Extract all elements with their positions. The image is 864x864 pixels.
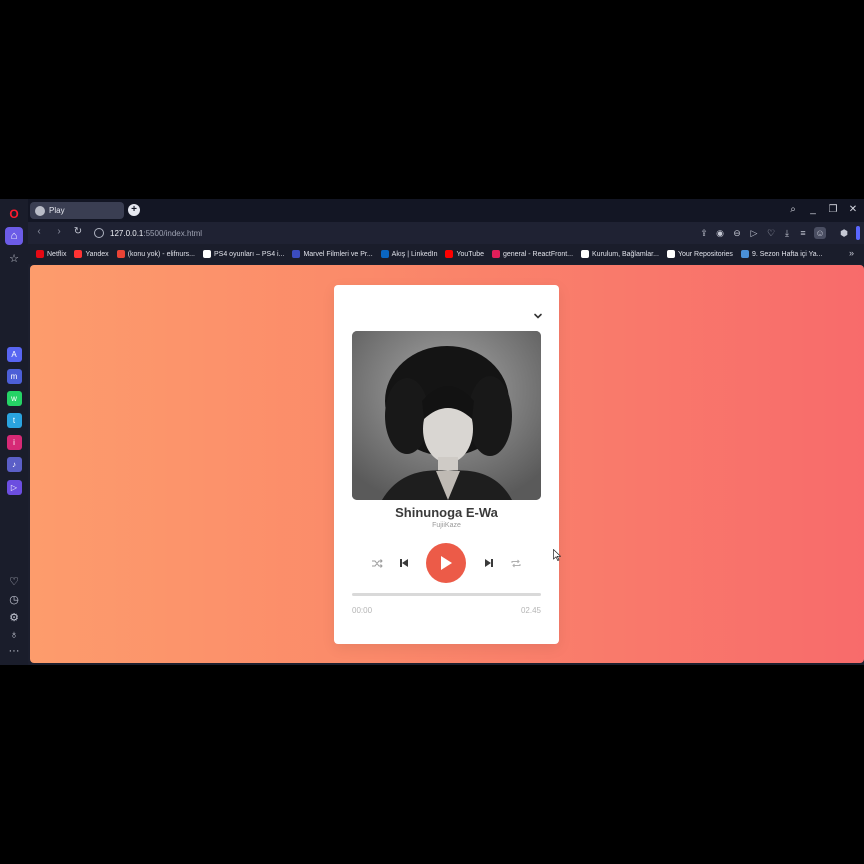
share-icon[interactable]: ⇪ (698, 227, 710, 239)
bookmark-item[interactable]: Yandex (74, 250, 109, 258)
opera-logo-icon[interactable]: O (5, 205, 23, 223)
bookmark-favicon-icon (380, 250, 389, 258)
camera-icon[interactable]: ◉ (714, 227, 726, 239)
restore-button[interactable]: ❐ (826, 203, 840, 217)
minimize-button[interactable]: _ (806, 203, 820, 217)
bookmark-favicon-icon (581, 250, 590, 258)
shuffle-icon (371, 558, 383, 568)
back-button[interactable]: ‹ (32, 226, 46, 237)
heart-icon[interactable]: ♡ (5, 572, 23, 590)
globe-icon (35, 205, 45, 216)
download-icon[interactable]: ⤓ (781, 227, 793, 239)
repeat-button[interactable] (508, 555, 524, 571)
skip-back-icon (400, 559, 408, 567)
site-info-icon[interactable] (94, 228, 104, 238)
tab-play[interactable]: Play (30, 202, 124, 219)
shuffle-button[interactable] (369, 555, 385, 571)
album-cover-image (352, 331, 541, 500)
bookmark-item[interactable]: PS4 oyunları – PS4 i... (203, 250, 284, 258)
bookmark-label: PS4 oyunları – PS4 i... (214, 250, 285, 258)
bookmark-favicon-icon (740, 250, 749, 258)
settings-gear-icon[interactable]: ⚙ (5, 608, 23, 626)
profile-icon[interactable]: ☺ (814, 227, 826, 239)
playback-controls (334, 543, 559, 583)
music-player-icon[interactable]: ♪ (6, 457, 22, 472)
player-icon[interactable]: ▷ (6, 480, 22, 495)
play-icon (441, 556, 452, 570)
mouse-cursor-icon (553, 549, 561, 561)
bookmark-label: (konu yok) - elifnurs... (127, 250, 195, 258)
tab-strip: Play + ⌕ _ ❐ ✕ (28, 199, 864, 222)
new-tab-button[interactable]: + (128, 204, 140, 216)
close-button[interactable]: ✕ (846, 203, 860, 217)
bookmark-favicon-icon (36, 250, 44, 258)
adblock-icon[interactable]: ⊖ (731, 227, 743, 239)
duration: 02.45 (520, 606, 541, 615)
bookmark-favicon-icon (203, 250, 211, 258)
browser-sidebar: O ⌂ ☆ A m w t i ♪ ▷ ♡ ◷ ⚙ ♁ ··· (0, 199, 28, 665)
bookmark-item[interactable]: Marvel Filmleri ve Pr... (292, 250, 373, 258)
bookmark-favicon-icon (74, 250, 83, 258)
music-player-card: Shinunoga E-Wa FujiiKaze 00:00 02.45 (334, 285, 559, 644)
bookmark-item[interactable]: Your Repositories (666, 250, 733, 258)
bookmark-item[interactable]: YouTube (445, 250, 484, 258)
sidebar-toggle-icon[interactable] (856, 226, 860, 240)
skip-forward-icon (485, 559, 493, 567)
bookmark-label: Akış | LinkedIn (391, 250, 438, 258)
bookmark-favicon-icon (666, 250, 675, 258)
current-time: 00:00 (352, 606, 373, 615)
bookmarks-bar: Netflix Yandex (konu yok) - elifnurs... PS4… (28, 244, 864, 264)
previous-button[interactable] (396, 555, 412, 571)
bookmark-label: Yandex (85, 250, 109, 258)
song-artist: FujiiKaze (432, 522, 461, 529)
whatsapp-icon[interactable]: w (6, 391, 22, 406)
play-icon[interactable]: ▷ (748, 227, 760, 239)
pin-icon[interactable]: ☆ (5, 249, 23, 267)
easy-setup-icon[interactable]: ≡ (797, 227, 809, 239)
history-icon[interactable]: ◷ (5, 590, 23, 608)
bookmark-label: Kurulum, Bağlamlar... (592, 250, 659, 258)
bookmark-item[interactable]: Akış | LinkedIn (380, 250, 438, 258)
aria-app-icon[interactable]: A (6, 347, 22, 362)
bookmark-favicon-icon (292, 250, 301, 258)
bookmark-label: general - ReactFront... (502, 250, 574, 258)
repeat-icon (511, 559, 521, 567)
telegram-icon[interactable]: t (6, 413, 22, 428)
bookmark-label: Marvel Filmleri ve Pr... (303, 250, 373, 258)
extensions-icon[interactable]: ⬢ (838, 227, 850, 239)
page-viewport: Shinunoga E-Wa FujiiKaze 00:00 02.45 (30, 265, 864, 663)
song-title: Shinunoga E-Wa (395, 505, 498, 520)
bookmark-item[interactable]: general - ReactFront... (491, 250, 574, 258)
url-host: 127.0.0.1 (110, 228, 144, 238)
bookmark-label: Your Repositories (677, 250, 733, 258)
bookmark-favicon-icon (491, 250, 500, 258)
bookmark-favicon-icon (445, 250, 454, 258)
bookmark-label: 9. Sezon Hafta içi Ya... (751, 250, 823, 258)
bookmark-label: Netflix (47, 250, 67, 258)
instagram-icon[interactable]: i (6, 435, 22, 450)
progress-bar[interactable] (352, 593, 541, 596)
browser-window: O ⌂ ☆ A m w t i ♪ ▷ ♡ ◷ ⚙ ♁ ··· Play + ⌕… (0, 199, 864, 665)
bookmarks-overflow-icon[interactable]: » (849, 248, 854, 258)
forward-button[interactable]: › (52, 226, 66, 237)
bookmark-item[interactable]: (konu yok) - elifnurs... (116, 250, 195, 258)
bookmark-label: YouTube (456, 250, 484, 258)
bookmark-item[interactable]: 9. Sezon Hafta içi Ya... (740, 250, 823, 258)
bookmark-item[interactable]: Netflix (36, 250, 66, 258)
chevron-down-icon[interactable] (533, 311, 543, 321)
address-bar: ‹ › ↻ 127.0.0.1:5500/index.html ⇪ ◉ ⊖ ▷ … (28, 222, 864, 244)
tab-title: Play (49, 206, 65, 215)
favorite-heart-icon[interactable]: ♡ (765, 227, 777, 239)
bookmark-favicon-icon (116, 250, 125, 258)
url-input[interactable]: 127.0.0.1:5500/index.html (88, 225, 508, 241)
next-button[interactable] (481, 555, 497, 571)
home-icon[interactable]: ⌂ (5, 227, 23, 245)
url-path: :5500/index.html (143, 228, 203, 238)
bookmark-item[interactable]: Kurulum, Bağlamlar... (581, 250, 659, 258)
search-icon[interactable]: ⌕ (786, 203, 800, 217)
messenger-icon[interactable]: m (6, 369, 22, 384)
play-button[interactable] (426, 543, 466, 583)
more-dots-icon[interactable]: ··· (5, 642, 23, 660)
reload-button[interactable]: ↻ (71, 226, 85, 237)
